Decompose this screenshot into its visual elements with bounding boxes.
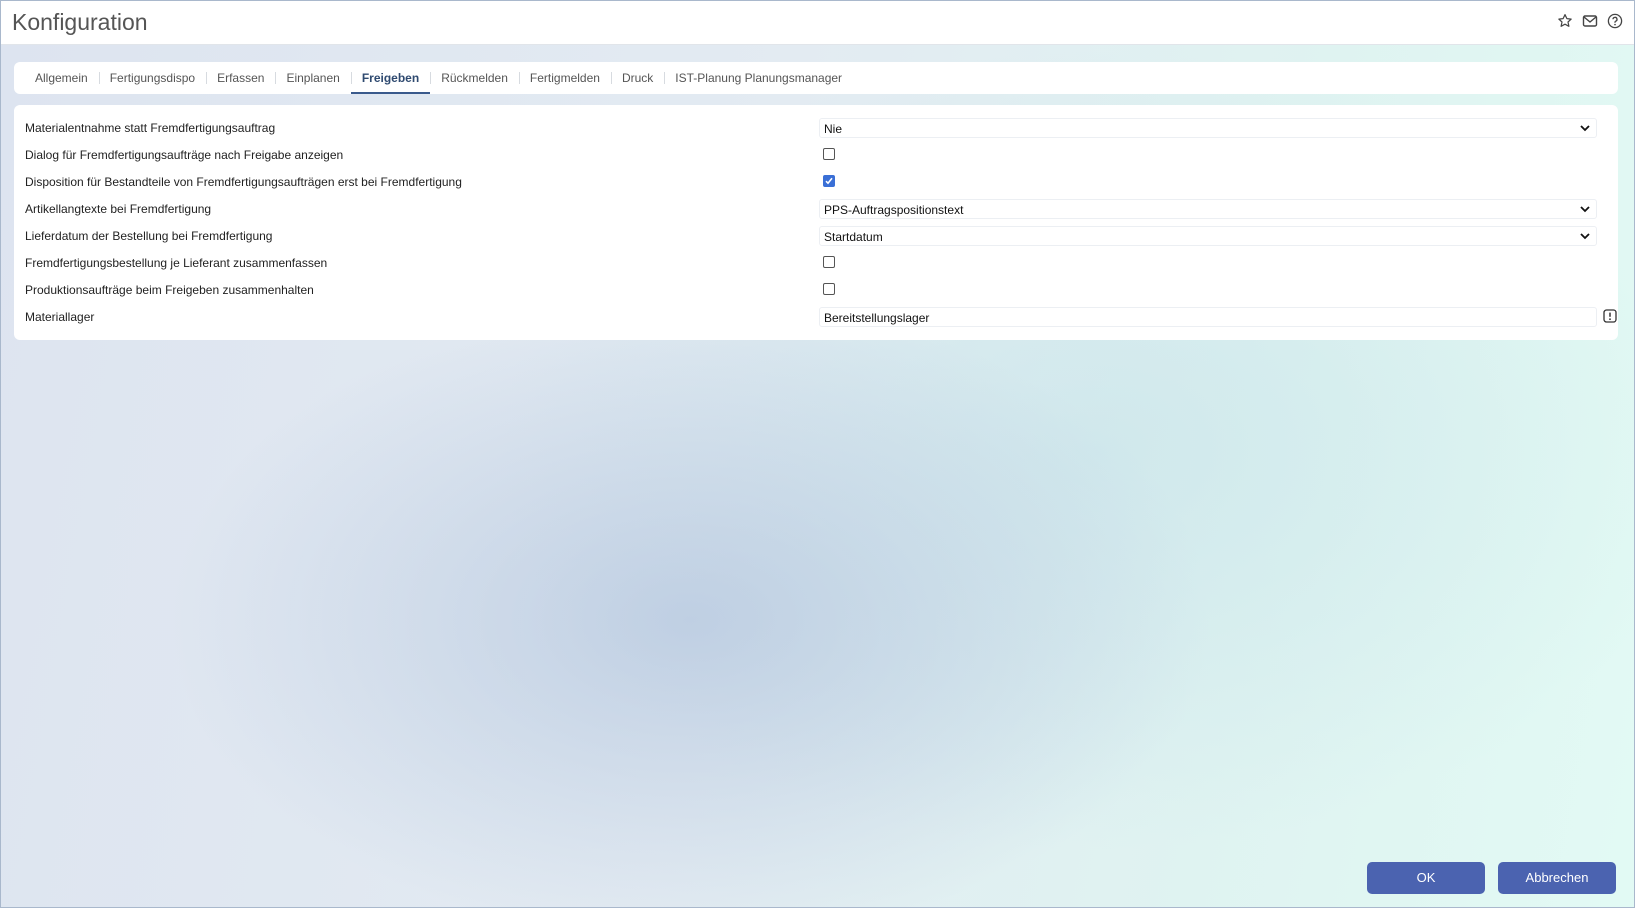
tab-ist-planung[interactable]: IST-Planung Planungsmanager: [664, 62, 853, 94]
lieferdatum-select[interactable]: Startdatum: [819, 226, 1597, 246]
bestellung-zusammenfassen-checkbox[interactable]: [823, 256, 835, 268]
setting-label: Materialentnahme statt Fremdfertigungsau…: [25, 121, 276, 135]
settings-panel: Materialentnahme statt Fremdfertigungsau…: [14, 105, 1618, 340]
dialog-fremdfertigung-checkbox[interactable]: [823, 148, 835, 160]
tab-fertigmelden[interactable]: Fertigmelden: [518, 62, 611, 94]
chevron-down-icon: [1580, 233, 1590, 240]
produktionsauftraege-zusammenhalten-checkbox[interactable]: [823, 283, 835, 295]
ok-button[interactable]: OK: [1367, 862, 1485, 894]
materiallager-input[interactable]: Bereitstellungslager: [819, 307, 1597, 327]
setting-row: Produktionsaufträge beim Freigeben zusam…: [14, 277, 1618, 303]
mail-icon[interactable]: [1582, 13, 1598, 29]
select-value: Startdatum: [824, 230, 883, 244]
tab-einplanen[interactable]: Einplanen: [275, 62, 350, 94]
chevron-down-icon: [1580, 206, 1590, 213]
setting-label: Materiallager: [25, 310, 95, 324]
setting-row: Fremdfertigungsbestellung je Lieferant z…: [14, 250, 1618, 276]
setting-row: Materiallager Bereitstellungslager: [14, 304, 1618, 330]
input-value: Bereitstellungslager: [824, 311, 930, 325]
tab-freigeben[interactable]: Freigeben: [350, 62, 431, 94]
page-title: Konfiguration: [12, 9, 148, 35]
tab-bar: Allgemein Fertigungsdispo Erfassen Einpl…: [14, 62, 1618, 94]
tab-erfassen[interactable]: Erfassen: [206, 62, 275, 94]
lookup-icon[interactable]: [1603, 309, 1617, 323]
tab-rueckmelden[interactable]: Rückmelden: [430, 62, 519, 94]
setting-row: Artikellangtexte bei Fremdfertigung PPS-…: [14, 196, 1618, 222]
checkmark-icon: [825, 177, 833, 185]
help-icon[interactable]: [1607, 13, 1623, 29]
materialentnahme-select[interactable]: Nie: [819, 118, 1597, 138]
star-icon[interactable]: [1557, 13, 1573, 29]
setting-label: Fremdfertigungsbestellung je Lieferant z…: [25, 256, 328, 270]
title-bar: Konfiguration: [0, 0, 1635, 45]
setting-row: Lieferdatum der Bestellung bei Fremdfert…: [14, 223, 1618, 249]
select-value: Nie: [824, 122, 843, 136]
setting-row: Disposition für Bestandteile von Fremdfe…: [14, 169, 1618, 195]
setting-row: Dialog für Fremdfertigungsaufträge nach …: [14, 142, 1618, 168]
setting-label: Lieferdatum der Bestellung bei Fremdfert…: [25, 229, 273, 243]
chevron-down-icon: [1580, 125, 1590, 132]
disposition-bestandteile-checkbox[interactable]: [823, 175, 835, 187]
setting-label: Disposition für Bestandteile von Fremdfe…: [25, 175, 462, 189]
setting-label: Artikellangtexte bei Fremdfertigung: [25, 202, 212, 216]
artikellangtexte-select[interactable]: PPS-Auftragspositionstext: [819, 199, 1597, 219]
setting-row: Materialentnahme statt Fremdfertigungsau…: [14, 115, 1618, 141]
setting-label: Produktionsaufträge beim Freigeben zusam…: [25, 283, 314, 297]
tab-fertigungsdispo[interactable]: Fertigungsdispo: [98, 62, 206, 94]
select-value: PPS-Auftragspositionstext: [824, 203, 964, 217]
cancel-button[interactable]: Abbrechen: [1498, 862, 1616, 894]
tab-allgemein[interactable]: Allgemein: [24, 62, 99, 94]
setting-label: Dialog für Fremdfertigungsaufträge nach …: [25, 148, 344, 162]
tab-druck[interactable]: Druck: [610, 62, 664, 94]
